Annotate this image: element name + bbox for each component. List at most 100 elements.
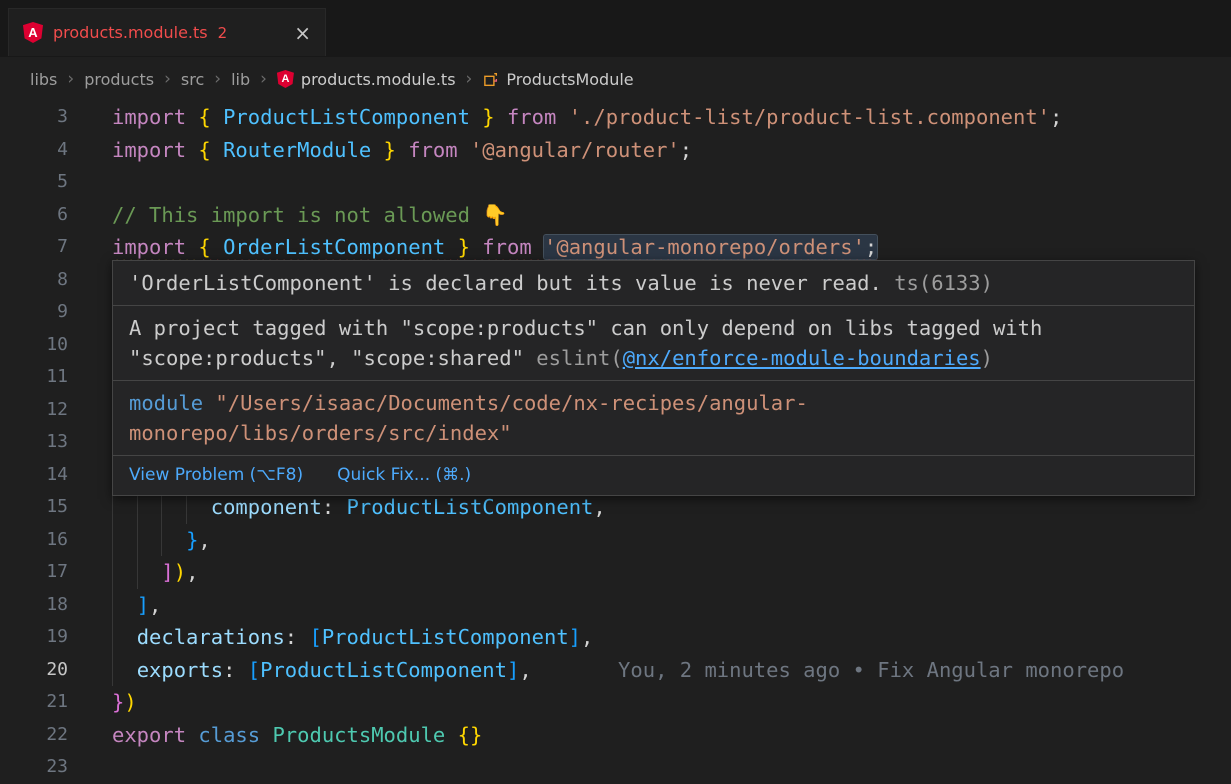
line-number[interactable]: 20 (0, 654, 68, 687)
code-token: ProductListComponent (260, 658, 507, 682)
indent-guide (137, 556, 138, 589)
code-line[interactable]: }) (112, 686, 1231, 719)
code-token: , (593, 495, 605, 519)
code-token: component (211, 495, 322, 519)
tab-products-module[interactable]: A products.module.ts 2 × (8, 8, 326, 56)
hover-popup: 'OrderListComponent' is declared but its… (112, 260, 1195, 496)
line-number[interactable]: 3 (0, 101, 68, 134)
code-token: eslint( (536, 346, 622, 370)
code-token: // This import is not allowed 👇 (112, 203, 508, 227)
editor[interactable]: 34567891011121314151617181920212223 impo… (0, 101, 1231, 780)
code-token: RouterModule (223, 138, 371, 162)
code-token: ProductListComponent (322, 625, 569, 649)
code-token: from (495, 105, 569, 129)
code-token: ] (507, 658, 519, 682)
breadcrumb-file-label: products.module.ts (301, 70, 456, 89)
breadcrumb-symbol[interactable]: ProductsModule (482, 70, 633, 89)
line-number[interactable]: 9 (0, 296, 68, 329)
line-number[interactable]: 19 (0, 621, 68, 654)
close-icon[interactable]: × (294, 23, 311, 43)
code-token: : (285, 625, 310, 649)
line-number[interactable]: 23 (0, 751, 68, 784)
breadcrumb-file[interactable]: A products.module.ts (277, 70, 456, 89)
code-token: exports (137, 658, 223, 682)
hover-section: A project tagged with "scope:products" c… (113, 305, 1194, 380)
code-token: "/Users/isaac/Documents/code/nx-recipes/… (215, 391, 807, 415)
line-number[interactable]: 15 (0, 491, 68, 524)
code-token: ) (981, 346, 993, 370)
code-line[interactable] (112, 751, 1231, 784)
code-token: { (198, 235, 223, 259)
angular-icon: A (277, 70, 294, 88)
chevron-right-icon: › (67, 69, 74, 89)
view-problem-action[interactable]: View Problem (⌥F8) (129, 464, 303, 487)
code-token: : (322, 495, 347, 519)
code-line[interactable]: exports: [ProductListComponent],You, 2 m… (112, 654, 1231, 687)
quick-fix-action[interactable]: Quick Fix... (⌘.) (337, 464, 471, 487)
angular-icon: A (23, 22, 43, 43)
code-token: } (445, 235, 470, 259)
hover-line: monorepo/libs/orders/src/index" (129, 418, 1178, 448)
code-token (445, 723, 457, 747)
line-number[interactable]: 7 (0, 231, 68, 264)
line-number[interactable]: 5 (0, 166, 68, 199)
code-token: ] (569, 625, 581, 649)
code-token: ProductsModule (272, 723, 445, 747)
line-number[interactable]: 11 (0, 361, 68, 394)
code-token: ] (161, 560, 173, 584)
code-line[interactable]: import { RouterModule } from '@angular/r… (112, 134, 1231, 167)
line-number[interactable]: 22 (0, 719, 68, 752)
link-nx-rule[interactable]: @nx/enforce-module-boundaries (623, 346, 981, 370)
code-token: module (129, 391, 215, 415)
hover-section: 'OrderListComponent' is declared but its… (113, 261, 1194, 305)
code-token: ) (174, 560, 186, 584)
tab-bar: A products.module.ts 2 × (0, 0, 1231, 58)
indent-guide (137, 524, 138, 557)
breadcrumb-item-libs[interactable]: libs (30, 70, 57, 89)
indent-guide (112, 589, 113, 622)
line-number[interactable]: 14 (0, 459, 68, 492)
code-token: { (198, 138, 223, 162)
line-number[interactable]: 13 (0, 426, 68, 459)
code-token: '@angular/router' (470, 138, 680, 162)
line-number[interactable]: 18 (0, 589, 68, 622)
code-token: } (186, 528, 198, 552)
code-line[interactable]: import { OrderListComponent } from '@ang… (112, 231, 1231, 264)
hover-section: module "/Users/isaac/Documents/code/nx-r… (113, 380, 1194, 455)
code-line[interactable]: import { ProductListComponent } from './… (112, 101, 1231, 134)
git-blame-annotation: You, 2 minutes ago • Fix Angular monorep… (618, 658, 1124, 682)
code-line[interactable] (112, 166, 1231, 199)
chevron-right-icon: › (260, 69, 267, 89)
code-token: ) (124, 690, 136, 714)
line-number[interactable]: 6 (0, 199, 68, 232)
code-token: monorepo/libs/orders/src/index" (129, 421, 512, 445)
breadcrumb-item-products[interactable]: products (84, 70, 154, 89)
hover-actions: View Problem (⌥F8) Quick Fix... (⌘.) (113, 455, 1194, 495)
code-token: {} (458, 723, 483, 747)
line-number[interactable]: 12 (0, 394, 68, 427)
code-token: , (198, 528, 210, 552)
code-token: , (519, 658, 531, 682)
tab-title: products.module.ts (53, 23, 208, 42)
code-token: OrderListComponent (223, 235, 445, 259)
code-token: 'OrderListComponent' is declared but its… (129, 271, 882, 295)
line-number[interactable]: 10 (0, 329, 68, 362)
breadcrumb-item-src[interactable]: src (181, 70, 204, 89)
line-number[interactable]: 16 (0, 524, 68, 557)
code-line[interactable]: ]), (112, 556, 1231, 589)
code-line[interactable]: ], (112, 589, 1231, 622)
code-line[interactable]: declarations: [ProductListComponent], (112, 621, 1231, 654)
line-number[interactable]: 8 (0, 264, 68, 297)
line-number[interactable]: 4 (0, 134, 68, 167)
line-number[interactable]: 21 (0, 686, 68, 719)
hover-highlight: '@angular-monorepo/orders'; (544, 235, 877, 259)
code-line[interactable]: export class ProductsModule {} (112, 719, 1231, 752)
line-number[interactable]: 17 (0, 556, 68, 589)
breadcrumb-item-lib[interactable]: lib (231, 70, 250, 89)
code-token: ProductListComponent (223, 105, 470, 129)
hover-line: "scope:products", "scope:shared" eslint(… (129, 343, 1178, 373)
code-line[interactable]: // This import is not allowed 👇 (112, 199, 1231, 232)
vscode-window: { "icons": { "angular_letter": "A" }, "t… (0, 0, 1231, 780)
code-line[interactable]: }, (112, 524, 1231, 557)
indent-guide (112, 524, 113, 557)
